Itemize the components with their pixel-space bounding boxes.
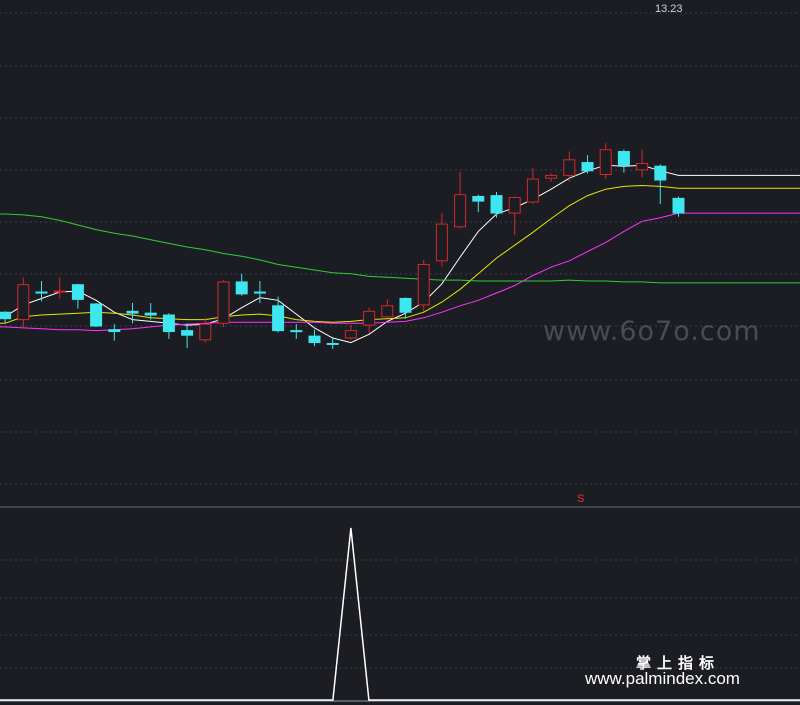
candlestick xyxy=(454,171,467,229)
candlestick xyxy=(417,259,430,312)
candlestick xyxy=(381,299,394,318)
watermark-url: www.palmindex.com xyxy=(585,669,740,688)
candlestick xyxy=(344,325,357,340)
candlestick xyxy=(181,323,194,349)
candlestick xyxy=(636,149,649,178)
high-price-label: 13.23 xyxy=(655,3,683,15)
ma-line-ma30 xyxy=(0,212,800,332)
candlestick xyxy=(17,277,30,328)
candlestick xyxy=(581,155,594,174)
candlestick xyxy=(526,168,539,204)
candlestick xyxy=(108,324,121,341)
candlestick xyxy=(308,329,321,347)
candlestick xyxy=(363,307,376,334)
candlestick xyxy=(617,149,630,173)
signal-marker-label: S xyxy=(577,493,585,505)
candlestick xyxy=(399,297,412,319)
grid-lines xyxy=(0,12,800,702)
candlestick xyxy=(490,191,503,218)
candlestick xyxy=(508,196,521,236)
watermark-center: www.6o7o.com xyxy=(543,316,761,347)
candlestick xyxy=(545,173,558,182)
candlestick xyxy=(217,280,230,327)
candlestick xyxy=(599,143,612,180)
candlestick xyxy=(435,213,448,267)
candlestick xyxy=(272,296,285,333)
candlestick xyxy=(35,281,48,302)
chart-canvas xyxy=(0,12,800,702)
candlestick xyxy=(90,303,103,327)
ma-line-ma60 xyxy=(0,213,800,284)
candlestick xyxy=(563,151,576,182)
candlestick xyxy=(71,283,84,309)
candlestick xyxy=(235,273,248,296)
candlestick xyxy=(199,317,212,343)
candlestick xyxy=(472,194,485,213)
candlestick xyxy=(53,277,66,299)
candlestick xyxy=(162,313,175,339)
candlestick xyxy=(654,164,667,204)
stock-chart: { "chart_data": [ { "type": "candlestick… xyxy=(0,0,800,705)
